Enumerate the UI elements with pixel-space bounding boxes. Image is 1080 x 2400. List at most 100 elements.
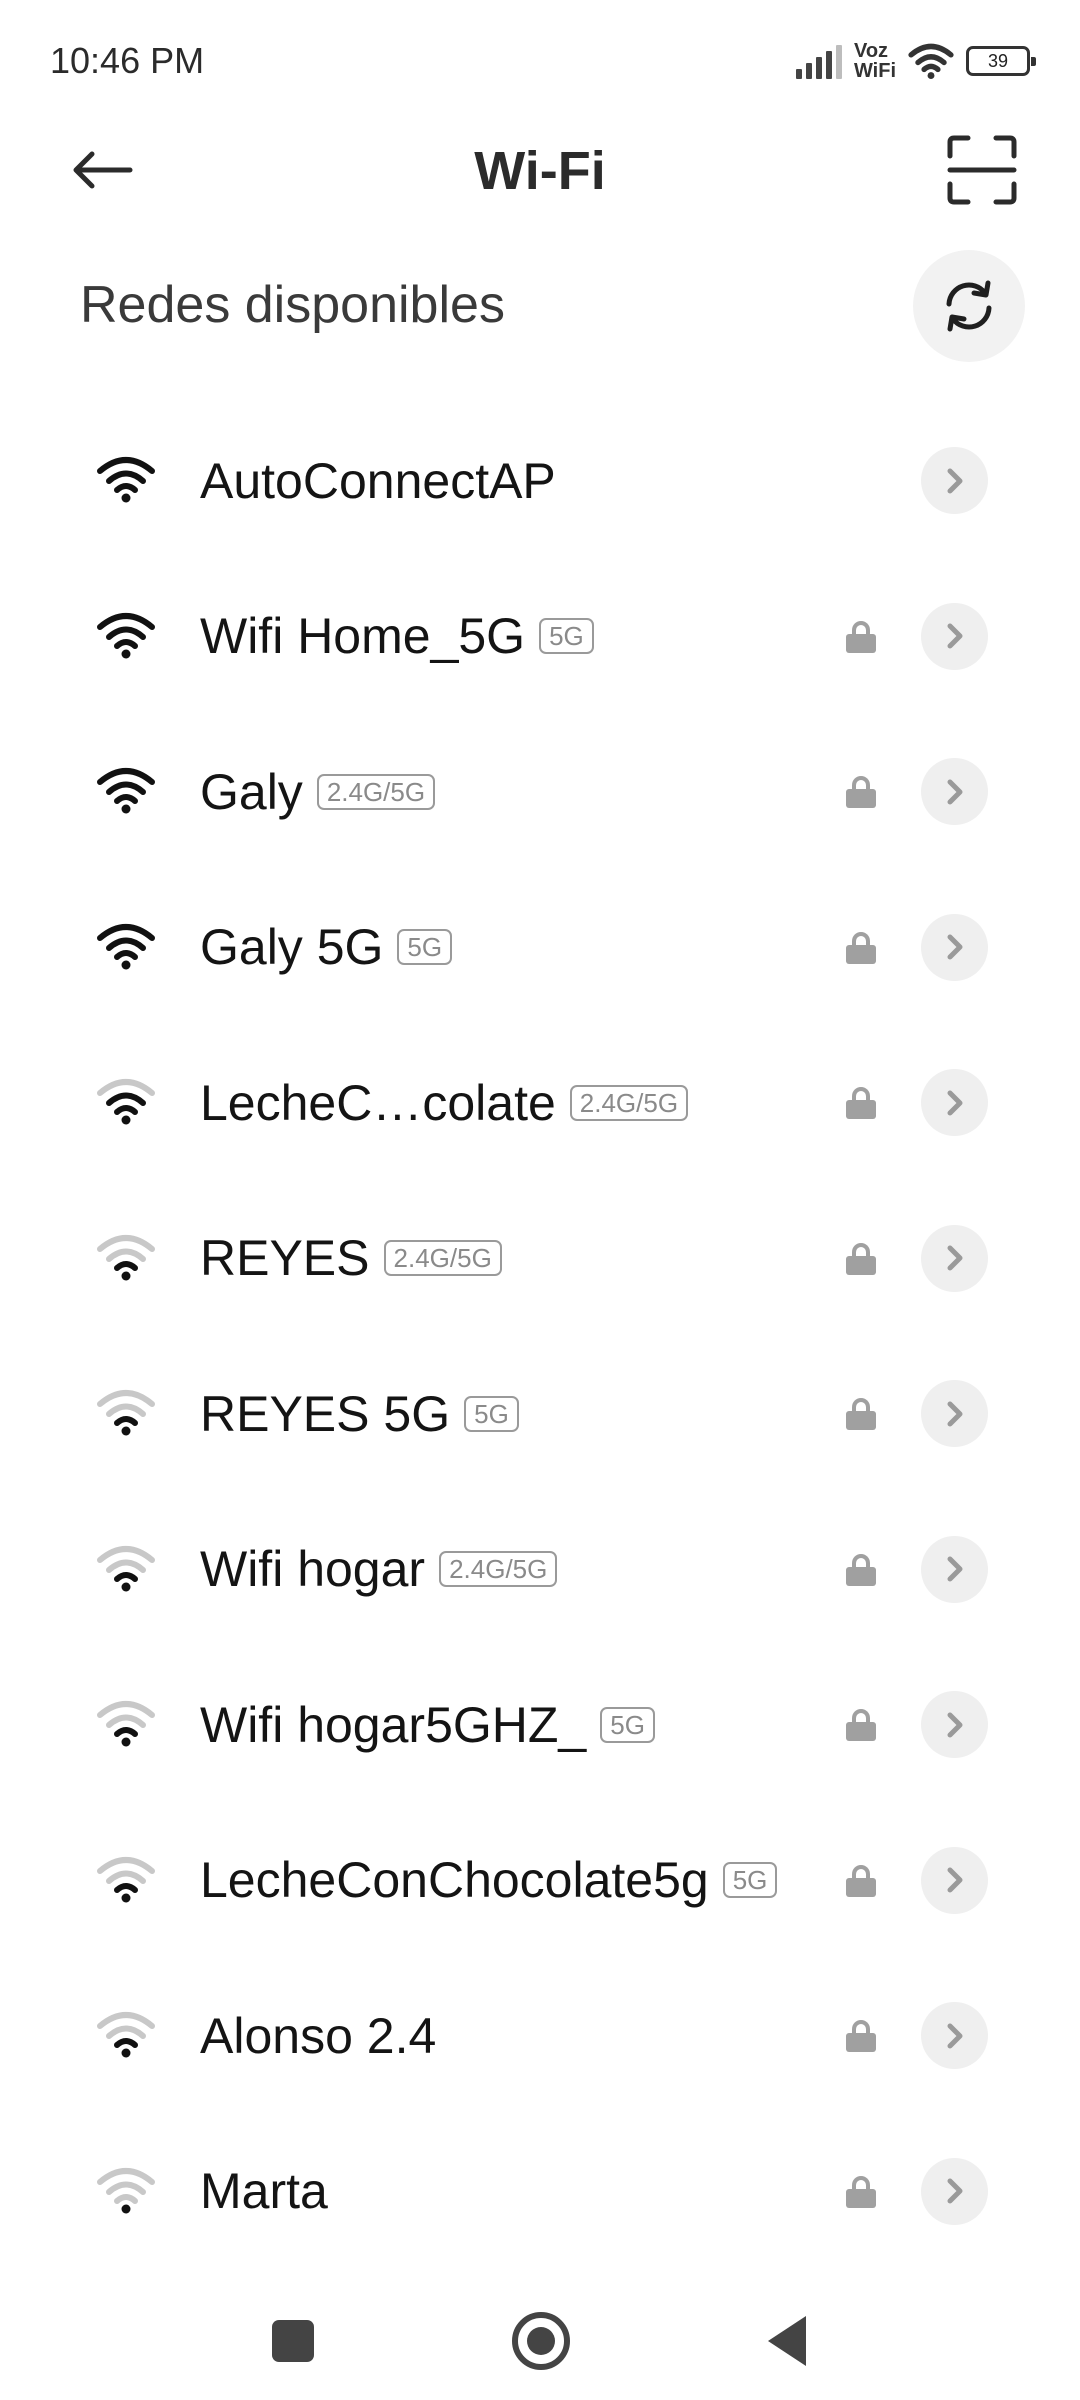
network-details-button[interactable] — [921, 2157, 988, 2225]
lock-icon — [846, 620, 876, 653]
network-name-wrap: LecheConChocolate5g 5G — [200, 1803, 778, 1958]
network-name-wrap: Alonso 2.4 — [200, 1958, 436, 2113]
wifi-signal-icon — [97, 1701, 155, 1747]
network-details-button[interactable] — [921, 913, 988, 981]
refresh-icon — [946, 280, 992, 332]
network-row[interactable]: Wifi hogar 2.4G/5G — [0, 1492, 1080, 1648]
chevron-right-icon — [947, 468, 962, 493]
network-name: Marta — [200, 2163, 328, 2219]
lock-icon — [846, 1087, 876, 1119]
lock-icon — [846, 776, 876, 808]
cell-signal-icon — [795, 43, 842, 79]
lock-icon — [846, 1864, 876, 1897]
network-name-wrap: Galy 2.4G/5G — [200, 714, 436, 869]
lock-icon — [846, 1709, 876, 1741]
chevron-right-icon — [947, 1090, 962, 1115]
home-button[interactable] — [512, 2312, 570, 2370]
band-badge: 2.4G/5G — [439, 1551, 558, 1587]
network-name: LecheConChocolate5g — [200, 1852, 709, 1908]
network-name-wrap: LecheC…colate 2.4G/5G — [200, 1025, 689, 1180]
network-name-wrap: Marta — [200, 2114, 328, 2269]
lock-icon — [846, 1398, 876, 1430]
network-name-wrap: AutoConnectAP — [200, 403, 556, 558]
network-name: Wifi hogar5GHZ_ — [200, 1696, 587, 1753]
network-row[interactable]: REYES 2.4G/5G — [0, 1181, 1080, 1337]
network-details-button[interactable] — [921, 758, 988, 825]
wifi-signal-icon — [97, 457, 155, 503]
chevron-right-icon — [947, 1401, 962, 1426]
wifi-signal-icon — [97, 2012, 155, 2058]
wifi-signal-icon — [97, 1545, 155, 1591]
scan-qr-button[interactable] — [944, 132, 1020, 208]
status-bar: 10:46 PM Voz WiFi 39 — [0, 0, 1080, 120]
status-time: 10:46 PM — [50, 40, 205, 81]
chevron-right-icon — [947, 1867, 962, 1893]
refresh-button[interactable] — [913, 250, 1025, 362]
wifi-signal-icon — [97, 612, 155, 658]
band-badge: 2.4G/5G — [316, 773, 436, 810]
lock-icon — [846, 2020, 876, 2052]
voz-wifi-label: Voz WiFi — [853, 40, 896, 82]
nav-back-button[interactable] — [768, 2316, 806, 2366]
network-name-wrap: Galy 5G 5G — [200, 870, 453, 1025]
band-badge: 2.4G/5G — [383, 1240, 502, 1276]
page-title: Wi-Fi — [474, 141, 606, 201]
qr-scan-icon — [947, 135, 1017, 205]
network-row[interactable]: Marta — [0, 2114, 1080, 2270]
network-name-wrap: REYES 5G 5G — [200, 1336, 519, 1491]
network-row[interactable]: Alonso 2.4 — [0, 1958, 1080, 2114]
lock-icon — [846, 931, 876, 964]
network-details-button[interactable] — [921, 1691, 988, 1758]
wifi-signal-icon — [97, 923, 155, 969]
section-title: Redes disponibles — [80, 276, 505, 334]
network-name: LecheC…colate — [200, 1074, 556, 1131]
network-details-button[interactable] — [921, 2002, 988, 2069]
network-row[interactable]: Galy 2.4G/5G — [0, 714, 1080, 870]
network-details-button[interactable] — [921, 447, 988, 514]
wifi-signal-icon — [97, 2167, 155, 2213]
chevron-right-icon — [947, 2023, 962, 2048]
network-name: REYES — [200, 1230, 370, 1286]
chevron-right-icon — [947, 934, 962, 960]
chevron-right-icon — [947, 623, 962, 649]
network-details-button[interactable] — [921, 1224, 988, 1292]
network-row[interactable]: Wifi hogar5GHZ_ 5G — [0, 1647, 1080, 1803]
battery-icon: 39 — [966, 46, 1036, 76]
recent-apps-button[interactable] — [272, 2320, 314, 2362]
band-badge: 2.4G/5G — [569, 1084, 689, 1121]
chevron-right-icon — [947, 779, 962, 804]
status-icons: Voz WiFi 39 — [795, 36, 1036, 86]
network-details-button[interactable] — [921, 602, 988, 670]
network-list: AutoConnectAP Wifi Home_5G 5G Galy 2.4G/… — [0, 403, 1080, 2269]
wifi-status-icon — [908, 43, 954, 80]
lock-icon — [846, 1242, 876, 1275]
network-row[interactable]: Wifi Home_5G 5G — [0, 559, 1080, 715]
wifi-signal-icon — [97, 1079, 155, 1125]
network-row[interactable]: REYES 5G 5G — [0, 1336, 1080, 1492]
chevron-right-icon — [947, 1556, 962, 1582]
wifi-signal-icon — [97, 1856, 155, 1902]
home-icon — [527, 2327, 555, 2355]
band-badge: 5G — [464, 1395, 519, 1432]
network-row[interactable]: LecheC…colate 2.4G/5G — [0, 1025, 1080, 1181]
navigation-bar — [0, 2280, 1080, 2400]
network-details-button[interactable] — [921, 1846, 988, 1914]
network-row[interactable]: AutoConnectAP — [0, 403, 1080, 559]
chevron-right-icon — [947, 1712, 962, 1737]
network-details-button[interactable] — [921, 1535, 988, 1603]
network-details-button[interactable] — [921, 1380, 988, 1447]
network-details-button[interactable] — [921, 1069, 988, 1136]
network-name-wrap: REYES 2.4G/5G — [200, 1181, 502, 1336]
network-name: Galy — [200, 763, 303, 820]
chevron-right-icon — [947, 2178, 962, 2204]
header: Wi-Fi — [0, 120, 1080, 220]
network-row[interactable]: Galy 5G 5G — [0, 870, 1080, 1026]
band-badge: 5G — [722, 1862, 778, 1898]
band-badge: 5G — [600, 1706, 655, 1743]
network-name-wrap: Wifi Home_5G 5G — [200, 559, 594, 714]
network-name: Wifi hogar — [200, 1541, 426, 1597]
wifi-signal-icon — [97, 768, 155, 814]
network-row[interactable]: LecheConChocolate5g 5G — [0, 1803, 1080, 1959]
lock-icon — [846, 1553, 876, 1586]
network-name: Galy 5G — [200, 919, 384, 975]
